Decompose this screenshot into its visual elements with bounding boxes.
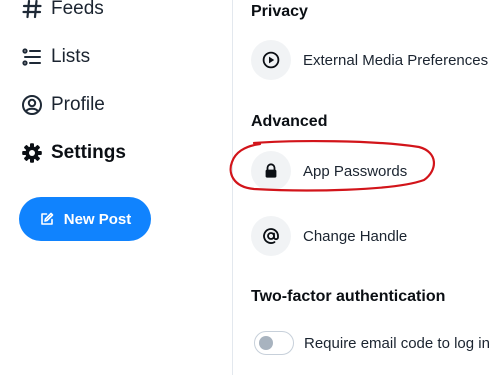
at-sign-icon bbox=[251, 216, 291, 256]
change-handle-row[interactable]: Change Handle bbox=[251, 216, 407, 256]
sidebar-item-label: Profile bbox=[51, 94, 105, 115]
sidebar-item-lists[interactable]: Lists bbox=[20, 42, 90, 72]
email-code-label: Require email code to log in bbox=[304, 334, 490, 352]
profile-icon bbox=[20, 93, 44, 117]
hash-icon bbox=[20, 0, 44, 21]
sidebar-item-profile[interactable]: Profile bbox=[20, 90, 105, 120]
external-media-label: External Media Preferences bbox=[303, 51, 489, 69]
sidebar-item-label: Lists bbox=[51, 46, 91, 67]
advanced-heading: Advanced bbox=[251, 113, 328, 130]
privacy-heading: Privacy bbox=[251, 3, 308, 20]
toggle-knob bbox=[259, 336, 273, 350]
email-code-toggle[interactable] bbox=[254, 331, 294, 355]
gear-icon bbox=[20, 141, 44, 165]
external-media-preferences-row[interactable]: External Media Preferences bbox=[251, 40, 488, 80]
pencil-icon bbox=[39, 211, 55, 227]
app-passwords-row[interactable]: App Passwords bbox=[251, 151, 407, 191]
sidebar-item-feeds[interactable]: Feeds bbox=[20, 0, 104, 24]
lock-icon bbox=[251, 151, 291, 191]
sidebar-nav: Feeds Lists Profile Settings New Post bbox=[0, 0, 232, 375]
email-code-row: Require email code to log in bbox=[254, 329, 490, 357]
play-circle-icon bbox=[251, 40, 291, 80]
two-factor-heading: Two-factor authentication bbox=[251, 288, 446, 305]
sidebar-item-settings[interactable]: Settings bbox=[20, 138, 126, 168]
sidebar-item-label: Settings bbox=[51, 142, 126, 163]
app-passwords-label: App Passwords bbox=[303, 162, 408, 180]
column-divider bbox=[232, 0, 233, 375]
new-post-label: New Post bbox=[63, 210, 132, 228]
list-icon bbox=[20, 45, 44, 69]
new-post-button[interactable]: New Post bbox=[19, 197, 151, 241]
change-handle-label: Change Handle bbox=[303, 227, 408, 245]
sidebar-item-label: Feeds bbox=[51, 0, 104, 19]
